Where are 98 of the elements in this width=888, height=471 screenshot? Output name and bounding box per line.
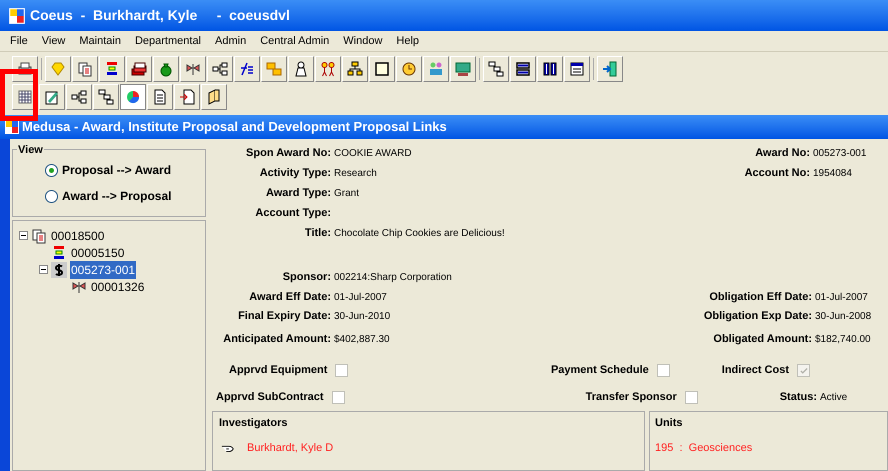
radio-option[interactable]: Proposal --> Award bbox=[45, 161, 205, 179]
field-value: Research bbox=[333, 167, 377, 181]
window-title: Coeus - Burkhardt, Kyle - coeusdvl bbox=[30, 6, 290, 25]
field-value: 30-Jun-2008 bbox=[814, 310, 872, 324]
panel-title: Units bbox=[655, 416, 684, 431]
printer-icon bbox=[17, 61, 33, 77]
collapse-toggle[interactable] bbox=[39, 265, 48, 274]
field-label: Obligation Exp Date: bbox=[704, 309, 812, 324]
field-value: Grant bbox=[333, 187, 360, 201]
tree-diagram-icon bbox=[488, 61, 504, 77]
tree-diagram-icon bbox=[98, 89, 114, 105]
menu-item[interactable]: Admin bbox=[215, 32, 246, 50]
menu-item[interactable]: Help bbox=[396, 32, 420, 50]
field-value: Chocolate Chip Cookies are Delicious! bbox=[333, 227, 505, 241]
notepad-icon bbox=[44, 89, 60, 105]
checkbox[interactable] bbox=[335, 364, 348, 377]
money-bag-icon bbox=[158, 61, 174, 77]
field-value: 01-Jul-2007 bbox=[814, 291, 869, 305]
menu-item[interactable]: Departmental bbox=[134, 32, 202, 50]
field-value: 002214:Sharp Corporation bbox=[333, 271, 452, 285]
field-label: Status: bbox=[780, 390, 817, 406]
rows-icon bbox=[515, 61, 531, 77]
checkbox-label: Payment Schedule bbox=[550, 363, 649, 378]
field-label: Award Type: bbox=[265, 186, 331, 201]
field-label: Anticipated Amount: bbox=[222, 332, 331, 347]
documents-icon bbox=[77, 61, 93, 77]
tree-item[interactable]: 00018500 bbox=[50, 226, 106, 244]
collapse-toggle[interactable] bbox=[19, 231, 28, 240]
field-value: $182,740.00 bbox=[814, 333, 872, 347]
hierarchy-icon bbox=[71, 89, 87, 105]
menu-item[interactable]: View bbox=[42, 32, 66, 50]
butterfly-icon bbox=[185, 61, 201, 77]
menu-item[interactable]: File bbox=[10, 32, 28, 50]
folder-icon bbox=[206, 89, 222, 105]
import-document-icon bbox=[179, 89, 195, 105]
folders-icon bbox=[266, 61, 282, 77]
checkbox-label: Transfer Sponsor bbox=[586, 390, 677, 406]
radio-option[interactable]: Award --> Proposal bbox=[45, 187, 205, 205]
app-logo-icon bbox=[8, 6, 26, 24]
columns-icon bbox=[542, 61, 558, 77]
dollar-icon bbox=[51, 262, 67, 278]
radio-label: Proposal --> Award bbox=[62, 162, 172, 179]
menu-item[interactable]: Central Admin bbox=[260, 32, 330, 50]
field-value: 005273-001 bbox=[812, 147, 866, 161]
person-icon bbox=[293, 61, 309, 77]
field-label: Title: bbox=[304, 226, 331, 241]
panel-title: Investigators bbox=[219, 416, 288, 431]
checkbox-label: Apprvd SubContract bbox=[216, 390, 324, 406]
document-icon bbox=[152, 89, 168, 105]
field-label: Obligated Amount: bbox=[713, 332, 812, 347]
field-value: 30-Jun-2010 bbox=[333, 310, 392, 324]
field-label: Account Type: bbox=[254, 206, 331, 221]
field-value: COOKIE AWARD bbox=[333, 147, 412, 161]
field-value: Active bbox=[819, 391, 848, 406]
field-label: Account No: bbox=[744, 166, 810, 181]
tree-item[interactable]: 00005150 bbox=[70, 244, 126, 262]
field-label: Award No: bbox=[754, 146, 810, 161]
radio-button[interactable] bbox=[45, 190, 58, 202]
table-icon bbox=[17, 89, 33, 105]
highlight-frame bbox=[0, 69, 38, 121]
window-icon bbox=[569, 61, 585, 77]
field-value: 1954084 bbox=[812, 167, 852, 181]
field-label: Sponsor: bbox=[282, 270, 331, 285]
clock-icon bbox=[401, 61, 417, 77]
exit-door-icon bbox=[602, 61, 618, 77]
radio-label: Award --> Proposal bbox=[62, 188, 172, 205]
flowchart-icon bbox=[51, 244, 67, 260]
org-chart-icon bbox=[347, 61, 363, 77]
tree-item[interactable]: 005273-001 bbox=[70, 260, 136, 278]
field-label: Final Expiry Date: bbox=[237, 309, 331, 324]
gem-icon bbox=[50, 61, 66, 77]
checkbox[interactable] bbox=[684, 391, 698, 404]
field-value: 01-Jul-2007 bbox=[333, 291, 388, 305]
menu-item[interactable]: Maintain bbox=[79, 32, 121, 50]
window-title: Medusa - Award, Institute Proposal and Development Proposal Links bbox=[22, 118, 447, 136]
menu-item[interactable]: Window bbox=[343, 32, 382, 50]
people-icon bbox=[320, 61, 336, 77]
hierarchy-icon bbox=[212, 61, 228, 77]
checkbox[interactable] bbox=[332, 391, 345, 404]
checkbox-label: Indirect Cost bbox=[722, 363, 789, 378]
field-label: Obligation Eff Date: bbox=[709, 290, 812, 305]
app-logo-icon bbox=[4, 119, 20, 135]
checkbox[interactable] bbox=[656, 364, 670, 377]
radio-button[interactable] bbox=[45, 164, 58, 176]
flowchart-icon bbox=[104, 61, 120, 77]
tree-item[interactable]: 00001326 bbox=[90, 278, 146, 296]
field-label: Award Eff Date: bbox=[248, 290, 331, 305]
group-icon bbox=[428, 61, 444, 77]
field-label: Activity Type: bbox=[258, 166, 331, 181]
documents-icon bbox=[31, 228, 47, 244]
formula-icon bbox=[239, 61, 255, 77]
note-icon bbox=[374, 61, 390, 77]
field-value: $402,887.30 bbox=[333, 333, 391, 347]
checkbox-label: Apprvd Equipment bbox=[229, 363, 328, 378]
monitor-icon bbox=[455, 61, 471, 77]
color-wheel-icon bbox=[125, 89, 141, 105]
stack-icon bbox=[131, 61, 147, 77]
field-label: Spon Award No: bbox=[245, 146, 331, 161]
